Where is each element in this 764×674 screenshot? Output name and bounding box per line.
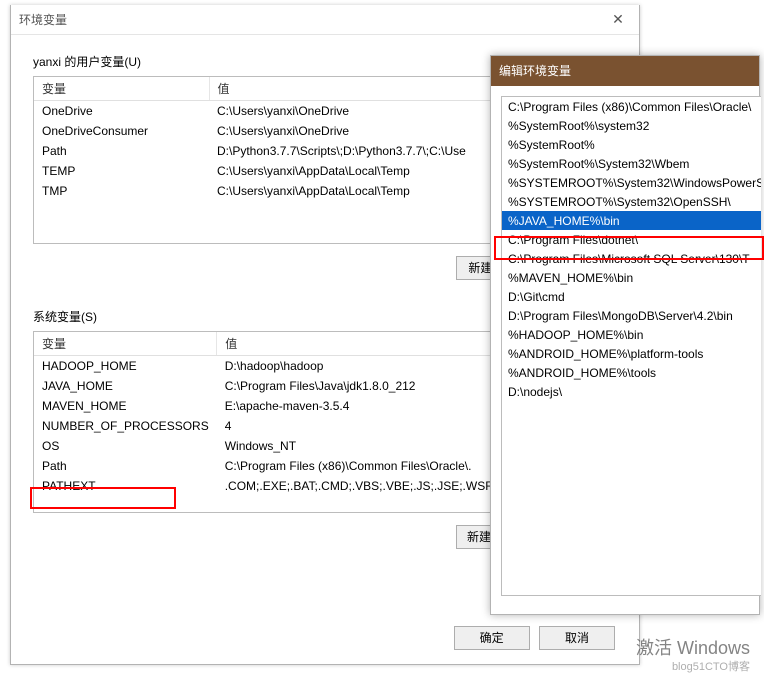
- path-entry[interactable]: %SYSTEMROOT%\System32\OpenSSH\: [502, 192, 761, 211]
- var-name-cell: PATHEXT: [34, 476, 217, 496]
- env-title: 环境变量: [19, 13, 67, 27]
- var-name-cell: TEMP: [34, 161, 209, 181]
- path-entry[interactable]: C:\Program Files\Microsoft SQL Server\13…: [502, 249, 761, 268]
- path-entry[interactable]: %ANDROID_HOME%\tools: [502, 363, 761, 382]
- var-name-cell: HADOOP_HOME: [34, 356, 217, 377]
- cancel-button[interactable]: 取消: [539, 626, 615, 650]
- path-entry[interactable]: C:\Program Files\dotnet\: [502, 230, 761, 249]
- path-entry[interactable]: D:\Program Files\MongoDB\Server\4.2\bin: [502, 306, 761, 325]
- var-name-cell: JAVA_HOME: [34, 376, 217, 396]
- var-name-cell: TMP: [34, 181, 209, 201]
- path-entry[interactable]: %SystemRoot%\System32\Wbem: [502, 154, 761, 173]
- var-name-cell: OS: [34, 436, 217, 456]
- var-name-cell: Path: [34, 456, 217, 476]
- path-entry[interactable]: D:\Git\cmd: [502, 287, 761, 306]
- watermark-main: 激活 Windows: [636, 634, 750, 660]
- env-title-bar: 环境变量 ✕: [11, 5, 639, 35]
- path-entry[interactable]: C:\Program Files (x86)\Common Files\Orac…: [502, 97, 761, 116]
- path-entries-list[interactable]: C:\Program Files (x86)\Common Files\Orac…: [501, 96, 761, 596]
- var-name-cell: NUMBER_OF_PROCESSORS: [34, 416, 217, 436]
- col-name[interactable]: 变量: [34, 332, 217, 356]
- path-entry[interactable]: D:\nodejs\: [502, 382, 761, 401]
- edit-title: 编辑环境变量: [499, 64, 571, 78]
- edit-env-var-dialog: 编辑环境变量 C:\Program Files (x86)\Common Fil…: [490, 55, 760, 615]
- path-entry[interactable]: %MAVEN_HOME%\bin: [502, 268, 761, 287]
- var-name-cell: Path: [34, 141, 209, 161]
- dialog-footer: 确定 取消: [448, 626, 615, 650]
- close-icon[interactable]: ✕: [597, 5, 639, 35]
- var-name-cell: OneDrive: [34, 101, 209, 122]
- var-name-cell: OneDriveConsumer: [34, 121, 209, 141]
- var-name-cell: MAVEN_HOME: [34, 396, 217, 416]
- path-entry[interactable]: %SystemRoot%: [502, 135, 761, 154]
- path-entry[interactable]: %ANDROID_HOME%\platform-tools: [502, 344, 761, 363]
- path-entry[interactable]: %SystemRoot%\system32: [502, 116, 761, 135]
- edit-title-bar: 编辑环境变量: [491, 56, 759, 86]
- path-entry[interactable]: %SYSTEMROOT%\System32\WindowsPowerS: [502, 173, 761, 192]
- path-entry[interactable]: %JAVA_HOME%\bin: [502, 211, 761, 230]
- path-entry[interactable]: %HADOOP_HOME%\bin: [502, 325, 761, 344]
- col-name[interactable]: 变量: [34, 77, 209, 101]
- ok-button[interactable]: 确定: [454, 626, 530, 650]
- watermark-sub: blog51CTO博客: [672, 658, 750, 674]
